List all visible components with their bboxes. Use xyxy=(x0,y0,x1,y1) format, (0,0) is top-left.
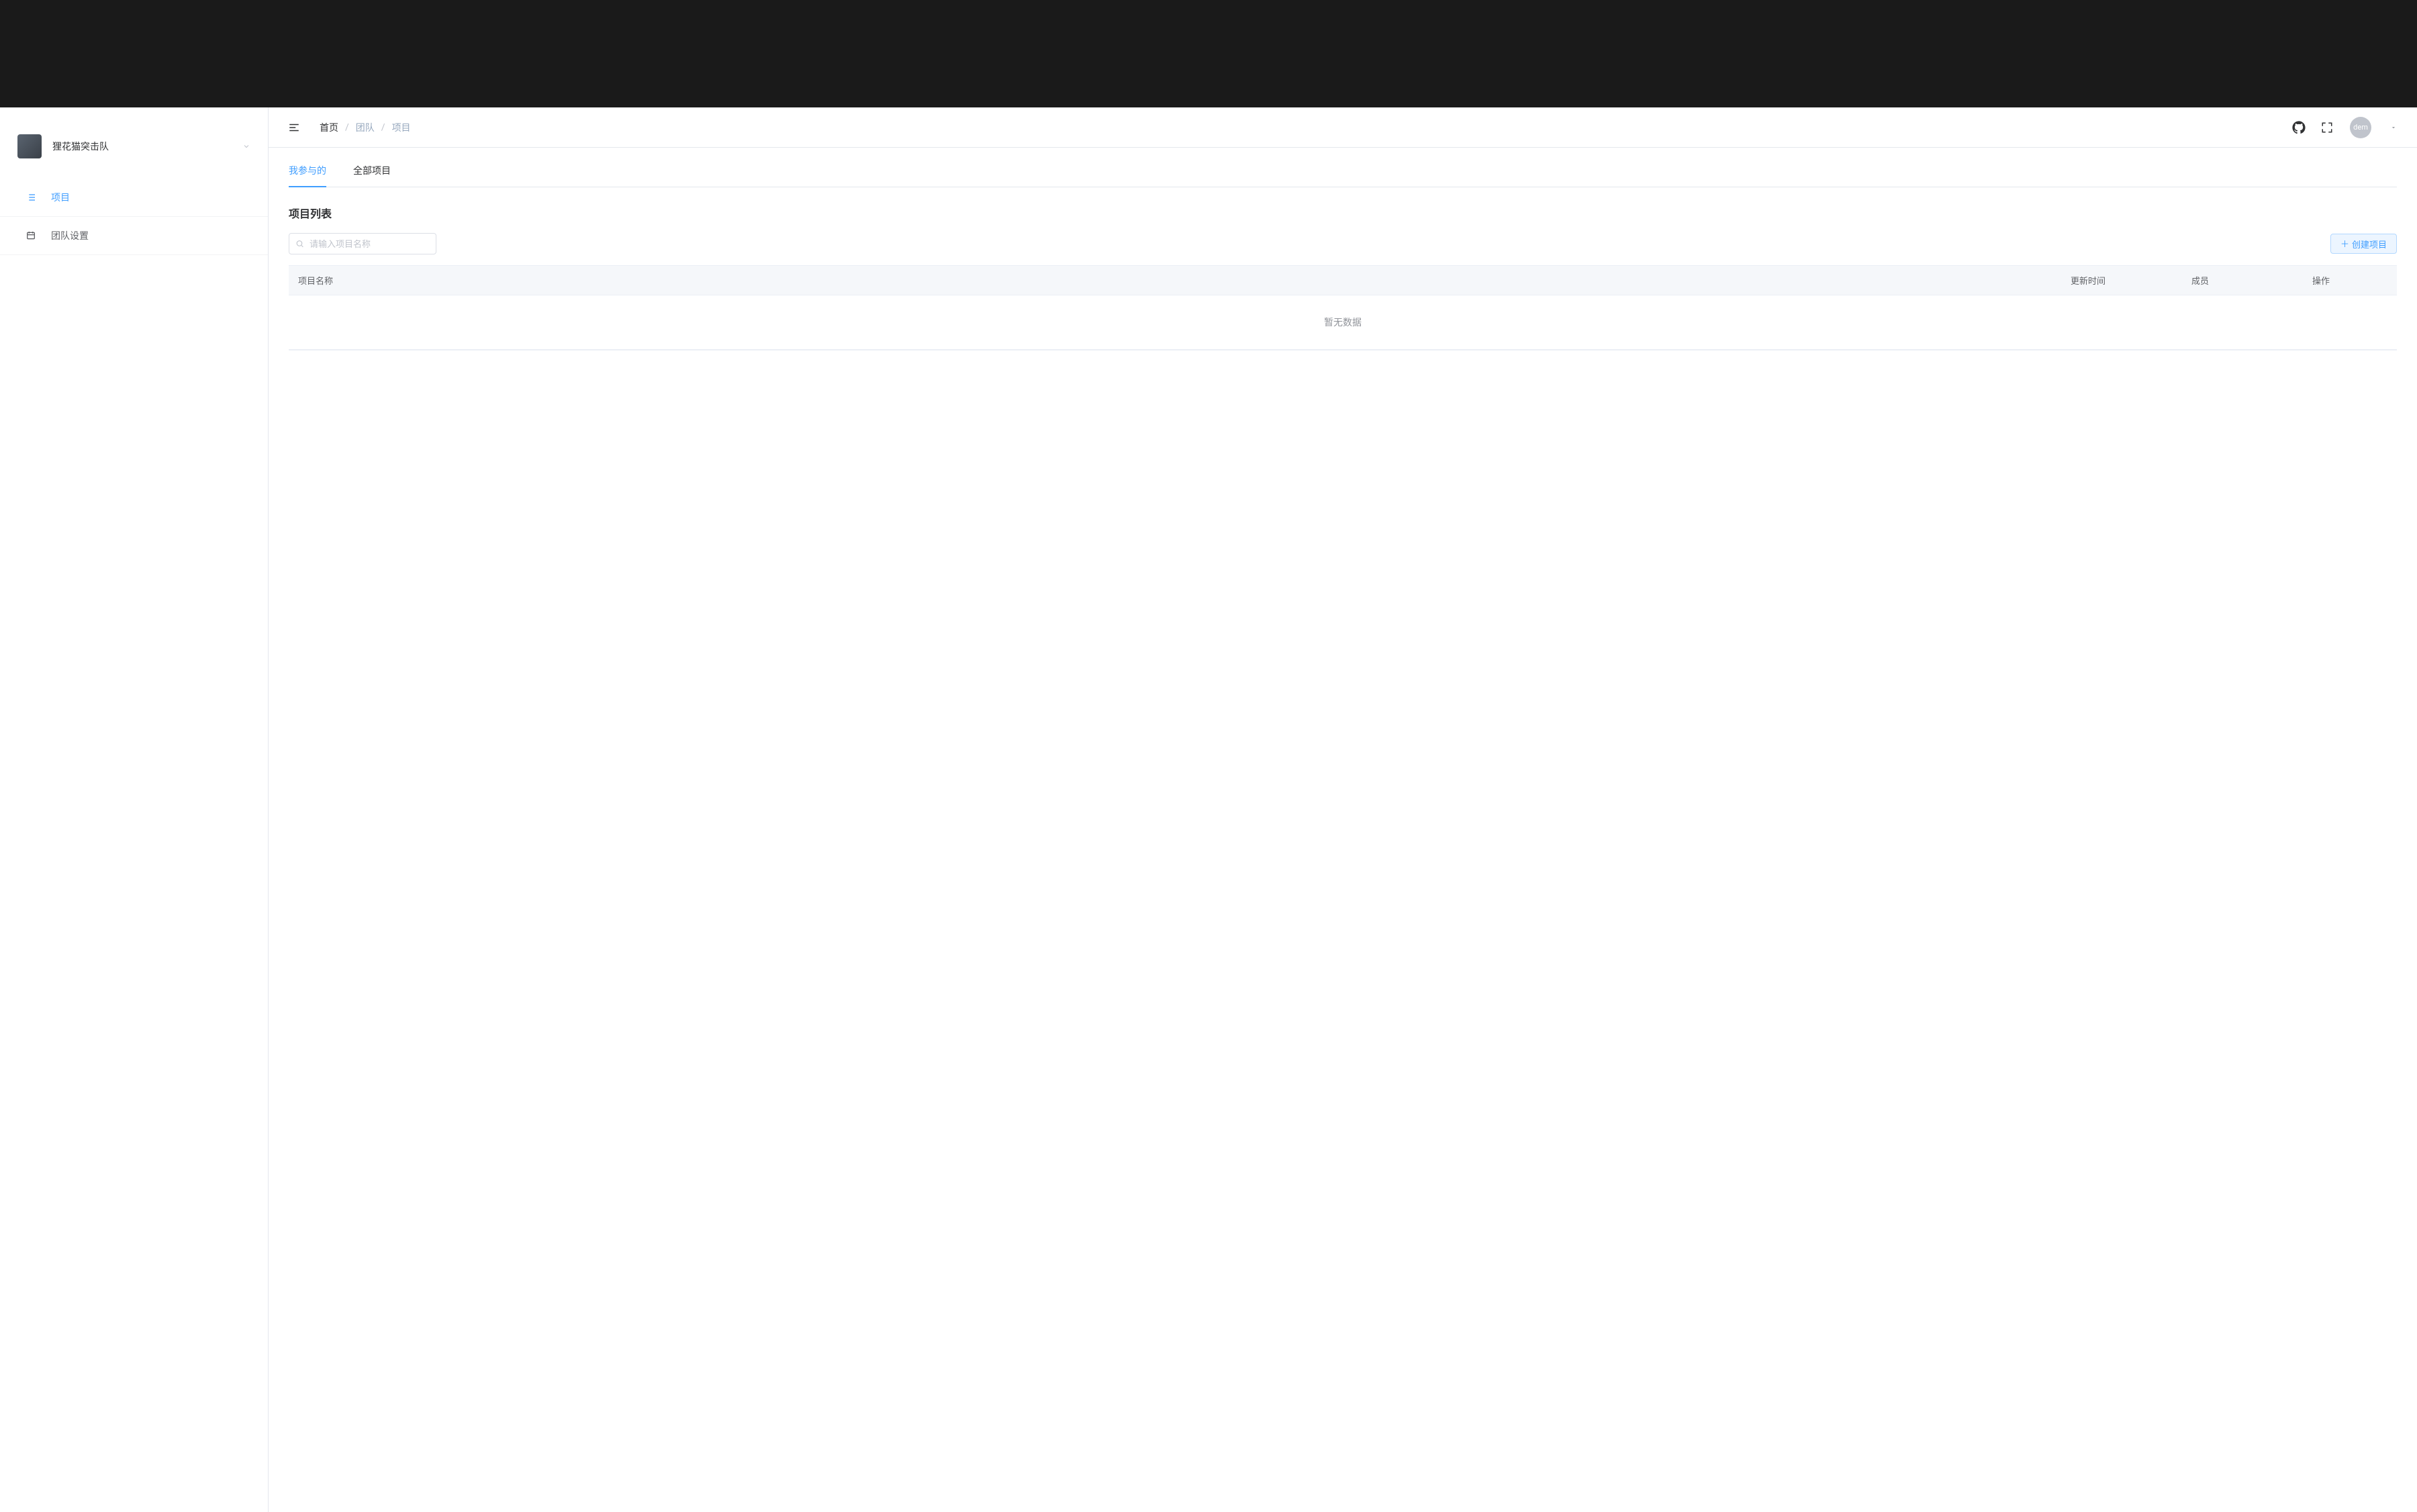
breadcrumb-sep: / xyxy=(345,122,349,133)
breadcrumb-home[interactable]: 首页 xyxy=(320,121,338,134)
sidebar-item-projects[interactable]: 项目 xyxy=(0,179,268,217)
team-name: 狸花猫突击队 xyxy=(52,140,238,153)
col-header-name: 项目名称 xyxy=(289,266,2061,295)
caret-down-icon[interactable] xyxy=(2390,124,2397,131)
team-selector[interactable]: 狸花猫突击队 xyxy=(0,121,268,179)
list-icon xyxy=(24,191,38,204)
chevron-down-icon xyxy=(242,142,250,150)
user-avatar[interactable]: dem xyxy=(2350,117,2371,138)
collapse-sidebar-button[interactable] xyxy=(282,115,306,140)
search-icon xyxy=(295,240,304,248)
search-wrap xyxy=(289,233,436,254)
table-empty: 暂无数据 xyxy=(289,295,2397,350)
col-header-update-time: 更新时间 xyxy=(2061,266,2182,295)
sidebar-item-label: 团队设置 xyxy=(51,229,89,242)
tab-all-projects[interactable]: 全部项目 xyxy=(353,154,391,187)
breadcrumb-project[interactable]: 项目 xyxy=(392,121,411,134)
col-header-action: 操作 xyxy=(2303,266,2397,295)
tabs: 我参与的 全部项目 xyxy=(289,154,2397,187)
create-project-button[interactable]: ＋ 创建项目 xyxy=(2330,234,2397,254)
team-avatar xyxy=(17,134,42,158)
app-container: 狸花猫突击队 项目 团队设置 xyxy=(0,107,2417,1512)
project-table: 项目名称 更新时间 成员 操作 暂无数据 xyxy=(289,265,2397,350)
user-avatar-text: dem xyxy=(2353,123,2368,132)
github-link[interactable] xyxy=(2291,120,2307,136)
content: 我参与的 全部项目 项目列表 ＋ 创建项目 项目名 xyxy=(269,148,2417,1512)
section-title: 项目列表 xyxy=(289,205,2397,221)
sidebar: 狸花猫突击队 项目 团队设置 xyxy=(0,107,269,1512)
settings-icon xyxy=(24,229,38,242)
sidebar-item-label: 项目 xyxy=(51,191,70,204)
header: 首页 / 团队 / 项目 dem xyxy=(269,107,2417,148)
search-input[interactable] xyxy=(289,233,436,254)
col-header-member: 成员 xyxy=(2182,266,2303,295)
header-actions: dem xyxy=(2291,117,2397,138)
breadcrumb-team[interactable]: 团队 xyxy=(356,121,375,134)
sidebar-menu: 项目 团队设置 xyxy=(0,179,268,255)
fullscreen-button[interactable] xyxy=(2319,120,2335,136)
create-button-label: 创建项目 xyxy=(2352,238,2387,250)
main: 首页 / 团队 / 项目 dem xyxy=(269,107,2417,1512)
sidebar-item-team-settings[interactable]: 团队设置 xyxy=(0,217,268,255)
top-banner xyxy=(0,0,2417,107)
toolbar: ＋ 创建项目 xyxy=(289,233,2397,254)
tab-my-projects[interactable]: 我参与的 xyxy=(289,154,326,187)
breadcrumb: 首页 / 团队 / 项目 xyxy=(320,121,2291,134)
breadcrumb-sep: / xyxy=(381,122,385,133)
table-header: 项目名称 更新时间 成员 操作 xyxy=(289,266,2397,295)
plus-icon: ＋ xyxy=(2340,240,2349,248)
